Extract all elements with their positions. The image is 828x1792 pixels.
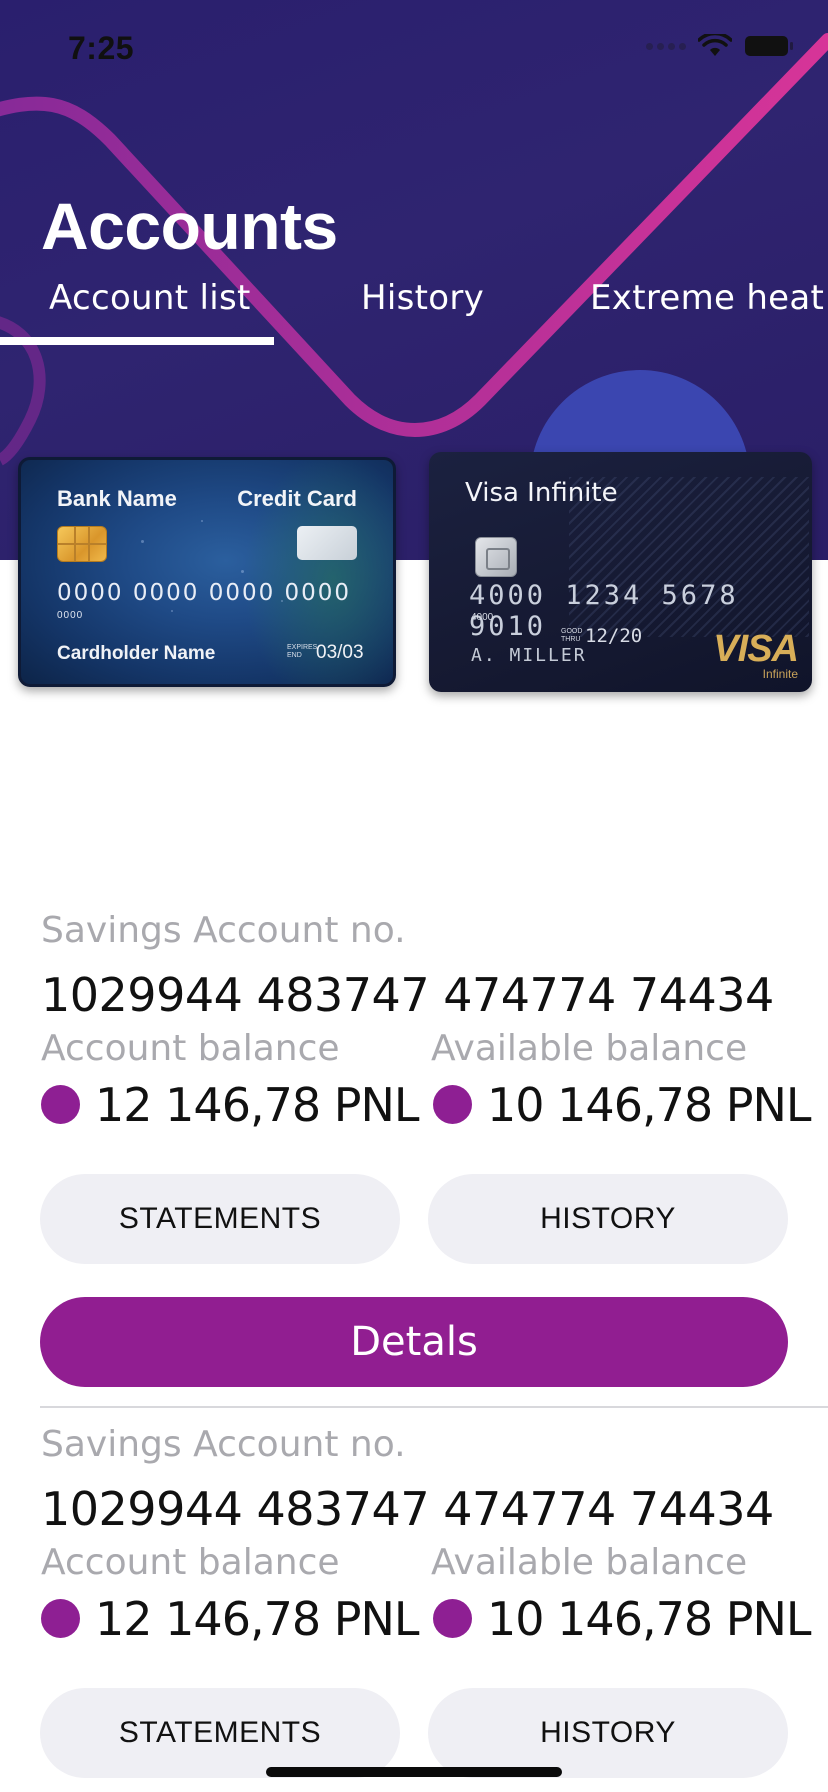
card-expiry-label: EXPIRES END bbox=[287, 644, 318, 659]
status-icons bbox=[646, 34, 794, 58]
available-balance-dot bbox=[433, 1085, 472, 1124]
divider bbox=[40, 1406, 828, 1408]
active-tab-indicator bbox=[0, 337, 274, 345]
details-button[interactable]: Detals bbox=[40, 1297, 788, 1387]
tab-extreme-heat[interactable]: Extreme heat bbox=[590, 278, 824, 318]
credit-card-visa-infinite[interactable]: Visa Infinite 4000 1234 5678 9010 4000 G… bbox=[429, 452, 812, 692]
account-label: Savings Account no. bbox=[41, 910, 406, 951]
status-time: 7:25 bbox=[68, 30, 135, 66]
card-holder: A. MILLER bbox=[471, 645, 587, 666]
available-balance-value: 10 146,78 PNL bbox=[487, 1592, 812, 1646]
visa-logo: VISA bbox=[713, 628, 799, 670]
card-bank-name: Bank Name bbox=[57, 486, 177, 511]
card-product-name: Visa Infinite bbox=[465, 478, 618, 508]
available-balance-value: 10 146,78 PNL bbox=[487, 1078, 812, 1132]
cellular-signal-icon bbox=[646, 42, 686, 50]
card-expiry: 12/20 bbox=[585, 625, 643, 647]
card-expiry: 03/03 bbox=[316, 642, 364, 663]
account-balance-dot bbox=[41, 1085, 80, 1124]
card-number-short: 0000 bbox=[57, 610, 84, 621]
card-type: Credit Card bbox=[237, 486, 357, 511]
card-chip-icon bbox=[57, 526, 107, 562]
wifi-icon bbox=[698, 34, 732, 56]
card-expiry-label: GOOD THRU bbox=[561, 628, 583, 643]
tab-history[interactable]: History bbox=[361, 278, 484, 318]
history-button[interactable]: HISTORY bbox=[428, 1174, 788, 1264]
available-balance-dot bbox=[433, 1599, 472, 1638]
account-balance-label: Account balance bbox=[41, 1542, 340, 1583]
home-indicator bbox=[266, 1767, 562, 1777]
account-balance-value: 12 146,78 PNL bbox=[95, 1078, 420, 1132]
status-bar: 7:25 bbox=[0, 0, 828, 100]
card-number-short: 4000 bbox=[471, 612, 494, 623]
account-balance-label: Account balance bbox=[41, 1028, 340, 1069]
card-tier: Infinite bbox=[762, 667, 798, 681]
account-number: 1029944 483747 474774 74434 bbox=[41, 968, 774, 1022]
tab-account-list[interactable]: Account list bbox=[49, 278, 251, 318]
account-number: 1029944 483747 474774 74434 bbox=[41, 1482, 774, 1536]
card-chip-icon bbox=[475, 537, 517, 577]
credit-card-generic[interactable]: Bank Name Credit Card 0000 0000 0000 000… bbox=[18, 457, 396, 687]
statements-button[interactable]: STATEMENTS bbox=[40, 1174, 400, 1264]
available-balance-label: Available balance bbox=[431, 1542, 748, 1583]
history-button[interactable]: HISTORY bbox=[428, 1688, 788, 1778]
battery-icon bbox=[745, 36, 793, 56]
card-holder: Cardholder Name bbox=[57, 643, 216, 664]
available-balance-label: Available balance bbox=[431, 1028, 748, 1069]
card-hologram-icon bbox=[297, 526, 357, 560]
account-balance-value: 12 146,78 PNL bbox=[95, 1592, 420, 1646]
statements-button[interactable]: STATEMENTS bbox=[40, 1688, 400, 1778]
page-title: Accounts bbox=[41, 189, 338, 263]
card-number: 0000 0000 0000 0000 bbox=[57, 580, 352, 606]
account-balance-dot bbox=[41, 1599, 80, 1638]
account-label: Savings Account no. bbox=[41, 1424, 406, 1465]
